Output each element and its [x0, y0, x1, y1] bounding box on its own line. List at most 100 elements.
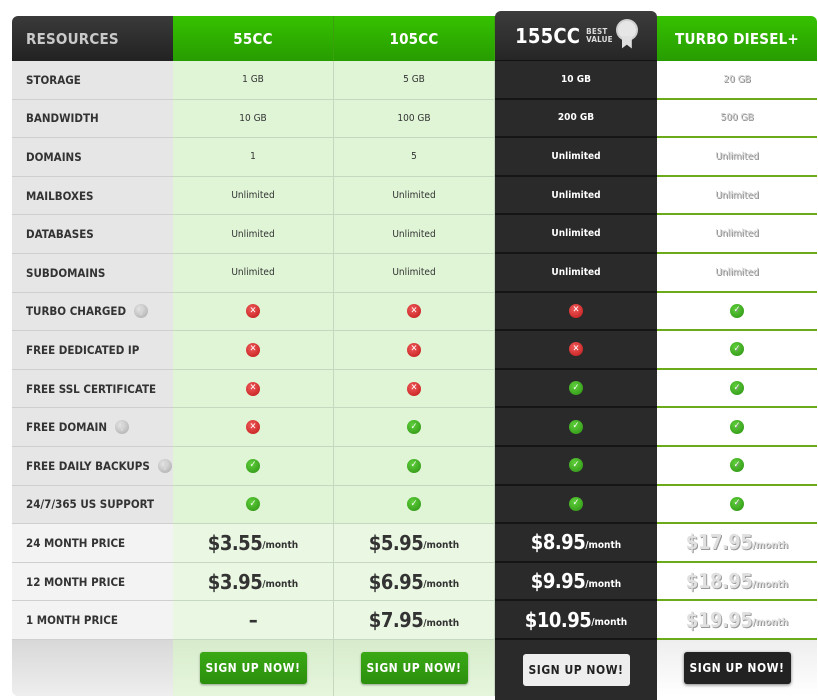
cell-value: 5 — [411, 151, 417, 163]
row-label-text: STORAGE — [26, 72, 81, 87]
x-icon: ✕ — [407, 381, 421, 396]
column-plan-155cc: 155CC BEST VALUE 10 GB 200 GB Unlimited Unlimi… — [495, 11, 657, 700]
x-icon: ✕ — [569, 303, 583, 318]
table-cell: Unlimited — [173, 176, 334, 216]
badge-line: VALUE — [586, 34, 613, 44]
row-label-text: FREE DEDICATED IP — [26, 342, 140, 357]
table-cell: ✕ — [334, 369, 495, 409]
signup-button[interactable]: SIGN UP NOW! — [683, 651, 791, 684]
price-value: $5.95 — [368, 530, 424, 555]
table-cell: 5 — [334, 138, 495, 177]
signup-button[interactable]: SIGN UP NOW! — [360, 651, 468, 684]
price-cell: $5.95/month — [334, 524, 495, 563]
cell-value: 1 GB — [242, 74, 264, 86]
price-value: $19.95 — [685, 607, 753, 632]
price-row-label-text: 24 MONTH PRICE — [26, 535, 126, 550]
table-cell: ✕ — [173, 408, 334, 447]
row-label: DOMAINS — [12, 138, 173, 177]
table-cell: Unlimited — [495, 215, 657, 254]
table-cell: ✓ — [495, 446, 657, 486]
cell-value: Unlimited — [715, 228, 759, 240]
signup-button[interactable]: SIGN UP NOW! — [199, 651, 307, 684]
cell-value: 10 GB — [239, 112, 267, 124]
cell-value: 20 GB — [723, 73, 751, 85]
check-icon: ✓ — [569, 496, 583, 511]
table-cell: ✕ — [173, 369, 334, 409]
table-cell: 1 — [173, 138, 334, 177]
price-value: $17.95 — [685, 530, 753, 555]
plan-header: TURBO DIESEL+ — [657, 16, 817, 61]
resources-header: RESOURCES — [12, 16, 173, 61]
info-icon[interactable] — [157, 458, 172, 473]
plan-header: 155CC BEST VALUE — [495, 11, 657, 61]
table-cell: ✓ — [173, 485, 334, 525]
price-unit: /month — [752, 578, 789, 590]
plan-name: 105CC — [389, 29, 439, 48]
price-cell: – — [173, 601, 334, 640]
table-cell: Unlimited — [173, 253, 334, 293]
check-icon: ✓ — [730, 342, 744, 357]
plan-name: TURBO DIESEL+ — [675, 29, 799, 48]
table-cell: ✓ — [657, 408, 817, 447]
table-cell: Unlimited — [495, 253, 657, 293]
table-cell: ✕ — [334, 292, 495, 332]
info-icon[interactable] — [134, 304, 149, 319]
price-unit: /month — [423, 540, 460, 552]
check-icon: ✓ — [730, 303, 744, 318]
plan-header: 55CC — [173, 16, 334, 61]
x-icon: ✕ — [246, 381, 260, 396]
cell-value: Unlimited — [551, 228, 601, 240]
price-unit: /month — [752, 617, 789, 629]
price-unit: /month — [585, 578, 622, 590]
check-icon: ✓ — [569, 419, 583, 434]
check-icon: ✓ — [569, 381, 583, 396]
check-icon: ✓ — [730, 496, 744, 511]
price-cell: $19.95/month — [657, 601, 817, 640]
table-cell: Unlimited — [657, 253, 817, 293]
cell-value: 1 — [250, 151, 256, 163]
row-label: TURBO CHARGED — [12, 292, 173, 332]
table-cell: ✕ — [173, 292, 334, 332]
check-icon: ✓ — [730, 458, 744, 473]
table-cell: ✓ — [657, 331, 817, 370]
x-icon: ✕ — [407, 304, 421, 319]
cell-value: 10 GB — [561, 73, 591, 85]
best-value-badge: BEST VALUE — [586, 27, 613, 44]
price-cell: $18.95/month — [657, 562, 817, 602]
cell-value: Unlimited — [551, 266, 601, 278]
signup-button[interactable]: SIGN UP NOW! — [522, 653, 630, 686]
table-cell: ✓ — [495, 485, 657, 525]
cell-value: 500 GB — [720, 112, 754, 124]
table-cell: Unlimited — [495, 176, 657, 216]
pricing-table: RESOURCES STORAGE BANDWIDTH DOMAINS MAILBOXE… — [12, 11, 818, 700]
row-label: SUBDOMAINS — [12, 253, 173, 293]
table-cell: 500 GB — [657, 99, 817, 139]
column-resources: RESOURCES STORAGE BANDWIDTH DOMAINS MAILBOXE… — [12, 16, 173, 696]
price-unit: /month — [262, 579, 299, 591]
check-icon: ✓ — [246, 458, 260, 473]
price-unit: /month — [423, 579, 460, 591]
table-cell: ✕ — [173, 331, 334, 370]
x-icon: ✕ — [246, 304, 260, 319]
table-cell: 20 GB — [657, 61, 817, 100]
table-cell: Unlimited — [334, 176, 495, 216]
price-value: $18.95 — [685, 569, 753, 594]
cell-value: Unlimited — [392, 190, 436, 202]
table-cell: ✓ — [334, 485, 495, 525]
cell-value: Unlimited — [715, 189, 759, 201]
price-cell: $3.55/month — [173, 524, 334, 563]
table-cell: ✓ — [657, 369, 817, 409]
award-ribbon-icon — [617, 20, 637, 51]
price-value: $3.55 — [207, 530, 263, 555]
plan-name: 155CC — [515, 23, 581, 48]
cell-value: Unlimited — [231, 228, 275, 240]
cell-value: Unlimited — [551, 189, 601, 201]
row-label-text: FREE SSL CERTIFICATE — [26, 381, 157, 396]
ribbon-tail — [621, 35, 632, 49]
row-label-text: MAILBOXES — [26, 188, 94, 203]
price-value: $7.95 — [368, 608, 424, 633]
column-plan-turbo-diesel: TURBO DIESEL+ 20 GB 500 GB Unlimited Unlimit… — [657, 16, 817, 696]
cell-value: Unlimited — [715, 266, 759, 278]
row-label-text: FREE DOMAIN — [26, 420, 107, 435]
info-icon[interactable] — [114, 420, 129, 435]
